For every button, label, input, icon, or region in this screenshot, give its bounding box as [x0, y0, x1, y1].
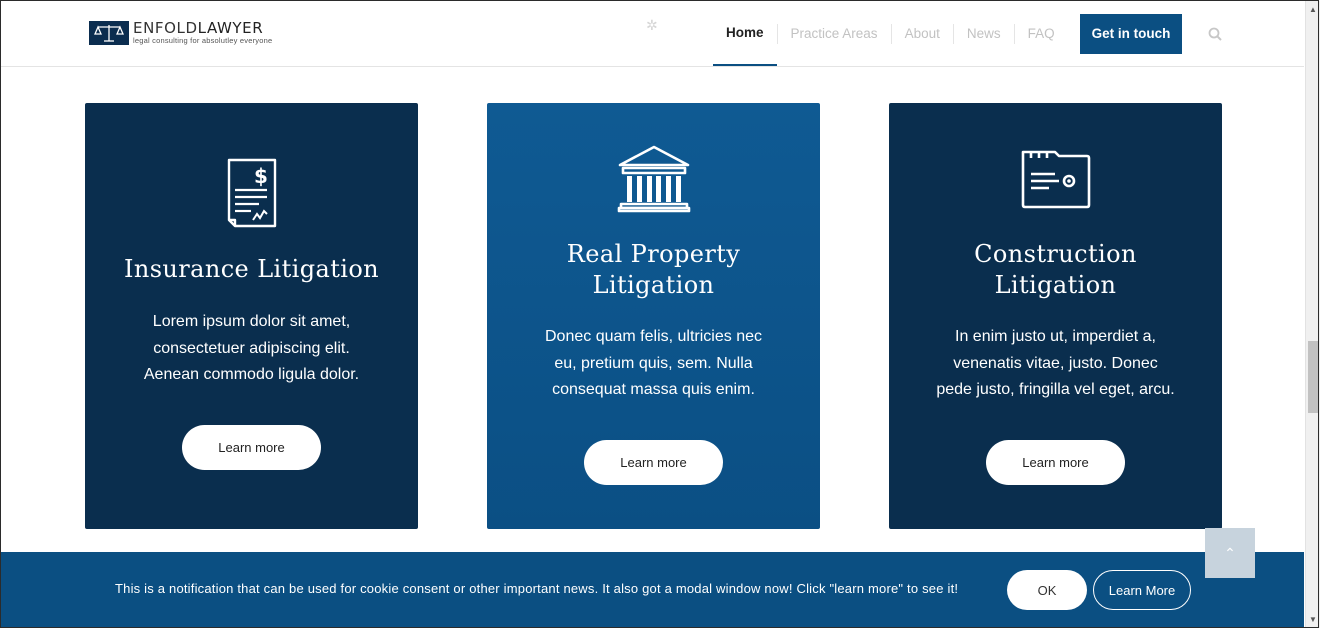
notification-ok-button[interactable]: OK — [1007, 570, 1087, 610]
notification-text: This is a notification that can be used … — [115, 581, 959, 596]
scroll-down-arrow-icon[interactable]: ▼ — [1309, 615, 1317, 624]
card-title: Insurance Litigation — [123, 255, 380, 283]
learn-more-button[interactable]: Learn more — [584, 440, 723, 485]
invoice-dollar-icon: $ — [85, 158, 418, 230]
svg-text:$: $ — [254, 164, 268, 188]
card-title-line: Litigation — [592, 271, 715, 299]
scrollbar-thumb[interactable] — [1308, 341, 1318, 413]
practice-card-insurance: $ Insurance Litigation Lorem ipsum dolor… — [85, 103, 418, 529]
logo-name-part1: ENFOLD — [133, 19, 198, 38]
card-title-line: Construction — [974, 240, 1137, 268]
learn-more-button[interactable]: Learn more — [986, 440, 1125, 485]
logo-tagline: legal consulting for absolutley everyone — [133, 36, 273, 46]
practice-card-construction: Construction Litigation In enim justo ut… — [889, 103, 1222, 529]
get-in-touch-button[interactable]: Get in touch — [1079, 13, 1183, 54]
card-text-line: consectetuer adipiscing elit. — [153, 339, 350, 357]
folder-icon — [889, 148, 1222, 210]
nav-item-faq[interactable]: FAQ — [1015, 1, 1068, 66]
nav-item-about[interactable]: About — [892, 1, 953, 66]
courthouse-icon — [487, 145, 820, 213]
card-title: Construction Litigation — [889, 239, 1222, 301]
scales-icon — [89, 21, 129, 45]
card-text-line: pede justo, fringilla vel eget, arcu. — [936, 381, 1175, 398]
card-text-line: In enim justo ut, imperdiet a, — [955, 328, 1156, 345]
page-scrollbar[interactable]: ▲ ▼ — [1305, 1, 1320, 628]
card-text-line: venenatis vitae, justo. Donec — [953, 354, 1158, 372]
card-description: Donec quam felis, ultricies nec eu, pret… — [527, 324, 780, 404]
back-to-top-button[interactable]: ⌃ — [1205, 528, 1255, 578]
card-description: Lorem ipsum dolor sit amet, consectetuer… — [125, 309, 378, 389]
chevron-up-icon: ⌃ — [1224, 544, 1236, 561]
nav-item-practice-areas[interactable]: Practice Areas — [778, 1, 891, 66]
card-text-line: Aenean commodo ligula dolor. — [143, 366, 360, 383]
card-text-line: eu, pretium quis, sem. Nulla — [554, 354, 753, 372]
notification-learn-more-button[interactable]: Learn More — [1093, 570, 1191, 610]
nav-item-home[interactable]: Home — [713, 1, 777, 66]
learn-more-button[interactable]: Learn more — [182, 425, 321, 470]
card-text-line: consequat massa quis enim. — [552, 381, 755, 398]
loading-spinner-icon: ✲ — [646, 17, 658, 33]
main-nav: Home Practice Areas About News FAQ Get i… — [713, 1, 1223, 66]
search-icon[interactable] — [1208, 27, 1223, 41]
card-title-line: Real Property — [566, 240, 741, 268]
card-text-line: Lorem ipsum dolor sit amet, — [152, 313, 351, 330]
card-title: Real Property Litigation — [487, 239, 820, 301]
cookie-notification-bar: This is a notification that can be used … — [1, 552, 1304, 628]
site-logo[interactable]: ENFOLDLAWYER legal consulting for absolu… — [89, 21, 272, 45]
card-text-line: Donec quam felis, ultricies nec — [545, 328, 762, 345]
scroll-up-arrow-icon[interactable]: ▲ — [1309, 5, 1317, 14]
site-header: ENFOLDLAWYER legal consulting for absolu… — [1, 1, 1304, 67]
logo-name-part2: LAWYER — [197, 19, 264, 38]
nav-item-news[interactable]: News — [954, 1, 1014, 66]
card-title-line: Litigation — [994, 271, 1117, 299]
practice-card-real-property: Real Property Litigation Donec quam feli… — [487, 103, 820, 529]
card-description: In enim justo ut, imperdiet a, venenatis… — [929, 324, 1182, 404]
